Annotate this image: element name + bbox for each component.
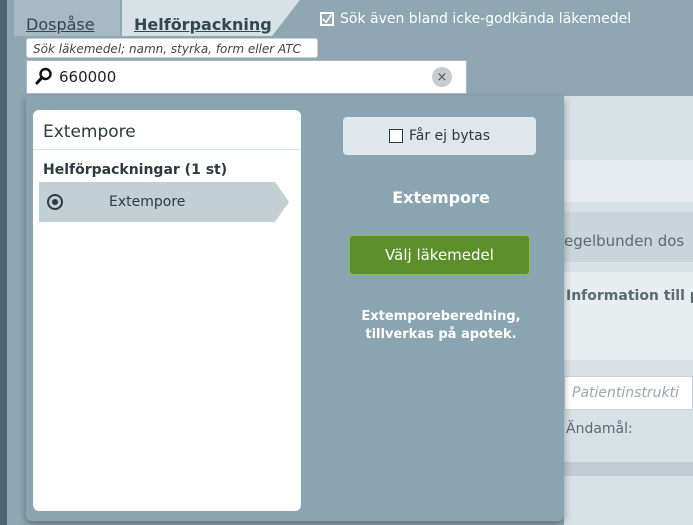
include-unapproved-toggle[interactable]: Sök även bland icke-godkända läkemedel — [320, 11, 631, 27]
list-item[interactable]: Extempore — [39, 182, 289, 222]
results-list-panel: Extempore Helförpackningar (1 st) Extemp… — [33, 110, 301, 511]
search-icon — [35, 67, 53, 89]
checkbox-icon[interactable] — [388, 129, 403, 143]
tab-dospase-label: Dospåse — [26, 15, 95, 34]
search-tooltip: Sök läkemedel; namn, styrka, form eller … — [26, 38, 318, 58]
results-title: Extempore — [43, 122, 136, 142]
window-frame — [0, 0, 7, 525]
select-drug-button[interactable]: Välj läkemedel — [349, 235, 530, 275]
selected-drug-name: Extempore — [392, 188, 490, 207]
tab-helforpackning[interactable]: Helförpackning — [122, 0, 300, 36]
description-line-1: Extemporeberedning, — [361, 309, 521, 324]
tab-dospase[interactable]: Dospåse — [14, 0, 120, 36]
search-input[interactable] — [59, 66, 439, 88]
include-unapproved-label: Sök även bland icke-godkända läkemedel — [340, 11, 632, 27]
purpose-label: Ändamål: — [566, 421, 633, 437]
patient-instruction-placeholder: Patientinstrukti — [572, 385, 680, 401]
drug-description: Extemporeberedning, tillverkas på apotek… — [318, 308, 564, 344]
form-row-3 — [564, 272, 693, 360]
regular-dose-heading: egelbunden dos — [564, 232, 685, 250]
form-row-1 — [564, 160, 693, 202]
form-divider — [564, 462, 693, 476]
divider — [33, 149, 301, 150]
list-item-label: Extempore — [109, 194, 186, 210]
results-group-label: Helförpackningar (1 st) — [43, 162, 228, 178]
detail-panel: Får ej bytas Extempore Välj läkemedel Ex… — [318, 110, 564, 510]
patient-info-heading: Information till p — [566, 288, 693, 304]
no-substitute-label: Får ej bytas — [408, 128, 491, 144]
radio-selected-icon[interactable] — [47, 194, 63, 210]
tab-helforpackning-label: Helförpackning — [134, 15, 272, 34]
no-substitute-toggle[interactable]: Får ej bytas — [343, 117, 536, 155]
clear-search-icon[interactable]: × — [432, 67, 452, 87]
search-box[interactable] — [26, 60, 467, 94]
description-line-2: tillverkas på apotek. — [365, 327, 517, 342]
checkbox-checked-icon[interactable] — [320, 12, 334, 26]
